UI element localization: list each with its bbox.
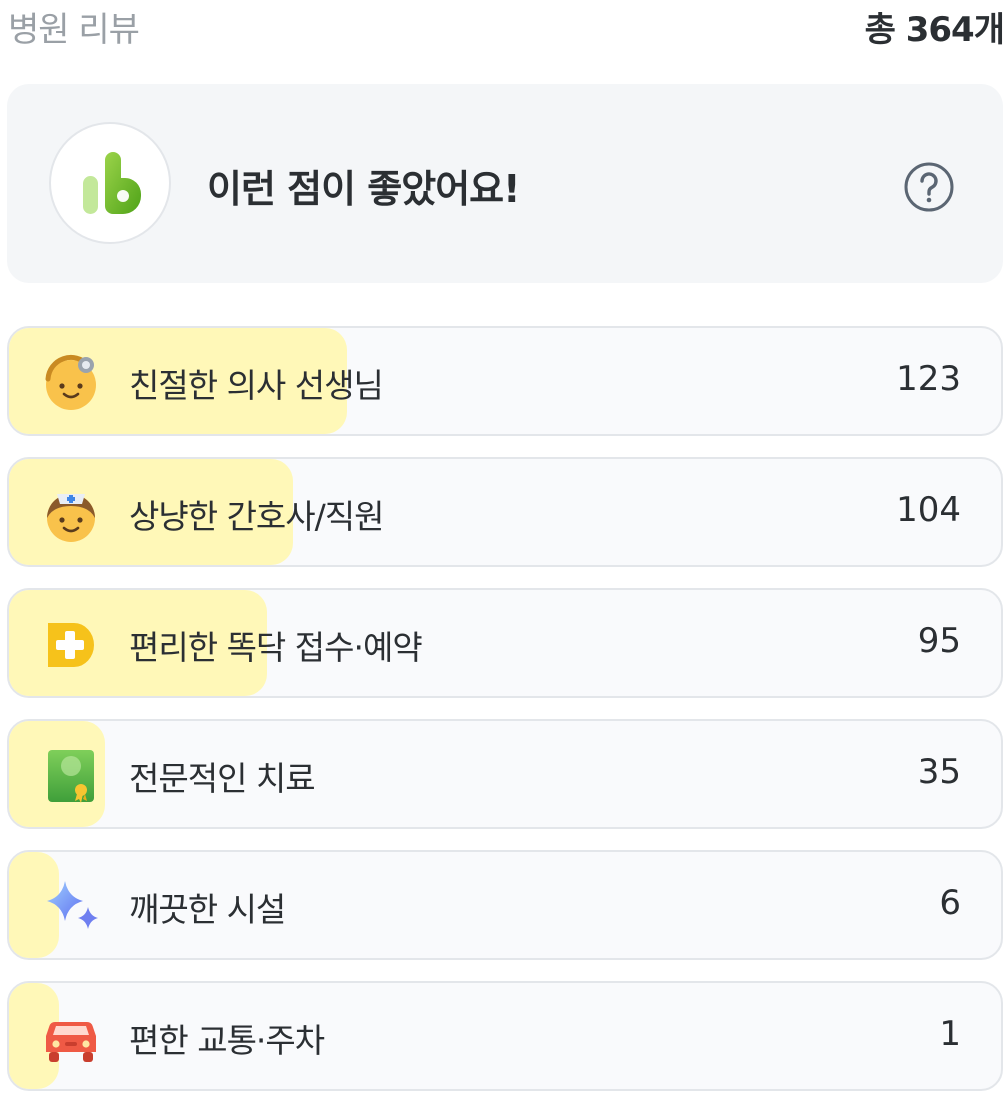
- total-count: 총 364개: [864, 10, 1005, 50]
- review-item-label: 깨끗한 시설: [129, 890, 286, 929]
- thumbs-up-icon: [49, 122, 171, 244]
- review-item-label: 편리한 똑닥 접수·예약: [129, 628, 423, 667]
- banner-title: 이런 점이 좋았어요!: [207, 167, 520, 211]
- review-item-label: 편한 교통·주차: [129, 1021, 325, 1060]
- review-item-count: 104: [896, 490, 961, 530]
- review-item-transport-parking[interactable]: 편한 교통·주차 1: [7, 981, 1003, 1091]
- nurse-face-icon: [41, 484, 101, 544]
- review-item-count: 1: [939, 1014, 961, 1054]
- review-item-professional-care[interactable]: 전문적인 치료 35: [7, 719, 1003, 829]
- question-circle-icon[interactable]: [903, 161, 955, 213]
- review-header: 병원 리뷰 총 364개: [8, 0, 1005, 50]
- review-item-kind-doctor[interactable]: 친절한 의사 선생님 123: [7, 326, 1003, 436]
- review-item-count: 123: [896, 359, 961, 399]
- sparkles-icon: [41, 877, 101, 937]
- doctor-face-icon: [41, 353, 101, 413]
- review-item-count: 35: [917, 752, 961, 792]
- review-item-easy-booking[interactable]: 편리한 똑닥 접수·예약 95: [7, 588, 1003, 698]
- car-icon: [41, 1008, 101, 1068]
- review-item-label: 친절한 의사 선생님: [129, 366, 384, 405]
- review-item-clean-facility[interactable]: 깨끗한 시설 6: [7, 850, 1003, 960]
- section-title: 병원 리뷰: [8, 10, 140, 50]
- review-item-label: 상냥한 간호사/직원: [129, 497, 384, 536]
- review-item-count: 95: [917, 621, 961, 661]
- plus-app-icon: [41, 615, 101, 675]
- review-item-label: 전문적인 치료: [129, 759, 316, 798]
- certificate-icon: [41, 746, 101, 806]
- hospital-review-summary: 병원 리뷰 총 364개 이런 점이 좋았어요! 친절한 의사 선생님 123 …: [0, 0, 1007, 1095]
- review-item-count: 6: [939, 883, 961, 923]
- good-points-banner: 이런 점이 좋았어요!: [7, 84, 1003, 283]
- review-item-friendly-nurse[interactable]: 상냥한 간호사/직원 104: [7, 457, 1003, 567]
